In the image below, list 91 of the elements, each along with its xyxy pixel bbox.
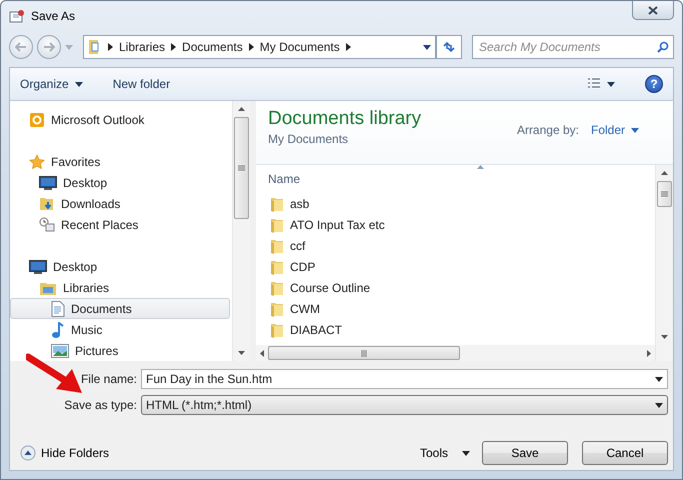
file-row[interactable]: DIABACT [256,319,655,340]
monitor-icon [39,176,57,190]
nav-item[interactable]: Favorites [10,151,230,172]
grip-icon [661,191,668,197]
caret-icon [607,82,615,86]
address-bar[interactable]: Libraries Documents My Documents [83,35,436,59]
up-arrow-icon [238,107,245,111]
up-arrow-icon [661,171,668,175]
type-dropdown[interactable]: HTML (*.htm;*.html) [141,395,668,415]
window-title: Save As [31,9,76,23]
file-row[interactable]: asb [256,193,655,214]
nav-item[interactable]: Libraries [10,277,230,298]
chevron-icon [248,43,254,51]
nav-item[interactable]: Desktop [10,172,230,193]
forward-arrow-icon [43,42,55,52]
breadcrumb[interactable]: Documents [182,40,243,54]
library-subtitle: My Documents [268,132,350,146]
column-header[interactable]: Name [268,172,300,186]
chevron-icon [346,43,351,51]
document-icon [51,300,65,316]
scrollbar[interactable] [655,165,673,361]
close-icon [648,6,658,14]
folder-icon [270,238,284,254]
down-arrow-icon [661,335,668,339]
tools-button[interactable]: Tools [420,446,470,460]
caret-icon [655,402,663,408]
list-view-icon [587,78,601,90]
right-arrow-icon [647,350,651,356]
folder-icon [270,280,284,296]
picture-icon [51,344,69,358]
caret-icon[interactable] [65,44,73,50]
search-box[interactable]: Search My Documents [472,35,674,59]
file-row[interactable]: CWM [256,298,655,319]
file-name-field[interactable]: Fun Day in the Sun.htm [141,369,668,389]
back-button[interactable] [9,35,33,59]
grip-icon [238,165,245,171]
folder-icon [270,196,284,212]
forward-button[interactable] [37,35,61,59]
nav-item[interactable]: Downloads [10,193,230,214]
help-button[interactable]: ? [645,75,663,93]
toolbar-button[interactable]: Organize [20,75,83,93]
toolbar-button[interactable]: New folder [112,75,170,93]
arrange-label: Arrange by: [516,123,579,137]
field-label: File name: [80,372,138,386]
save-dialog-icon [9,8,25,24]
file-row[interactable]: Course Outline [256,277,655,298]
caret-icon [631,128,639,132]
file-row[interactable]: ccf [256,235,655,256]
nav-item[interactable]: Documents [10,298,230,319]
nav-item[interactable]: Desktop [10,256,230,277]
breadcrumb[interactable]: Libraries [119,40,166,54]
grip-icon [361,350,367,356]
hide-folders-button[interactable]: Hide Folders [20,445,110,461]
left-arrow-icon [260,350,264,356]
sort-arrow-icon [477,165,484,169]
refresh-button[interactable] [436,35,462,59]
star-icon [29,154,45,170]
nav-item[interactable]: Microsoft Outlook [10,109,230,130]
file-row[interactable]: CDP [256,256,655,277]
close-button[interactable] [632,1,674,20]
file-row[interactable]: ATO Input Tax etc [256,214,655,235]
arrange-dropdown[interactable]: Folder [590,123,639,137]
breadcrumb[interactable]: My Documents [260,40,340,54]
search-field[interactable]: Search My Documents [477,39,657,55]
library-title: Documents library [268,108,422,130]
recent-places-icon [39,216,55,232]
folder-icon [270,322,284,338]
nav-item[interactable]: Pictures [10,340,230,361]
chevron-icon [171,43,176,51]
chevron-icon [108,43,113,51]
outlook-icon [29,112,45,128]
dialog-button[interactable]: Cancel [582,441,668,465]
search-icon [657,41,669,53]
down-arrow-icon [238,351,245,355]
caret-icon [462,450,470,456]
folder-icon [270,300,284,316]
nav-item[interactable]: Music [10,319,230,340]
nav-item[interactable]: Recent Places [10,214,230,235]
dialog-button[interactable]: Save [482,441,568,465]
caret-icon [423,44,431,50]
download-folder-icon [39,196,55,212]
folder-icon [270,258,284,274]
field-label: Save as type: [63,398,138,412]
back-arrow-icon [15,42,27,52]
monitor-icon [29,260,47,274]
folder-icon [270,216,284,232]
music-note-icon [51,322,65,338]
caret-icon [655,376,663,382]
caret-icon [74,82,83,86]
collapse-icon [20,445,36,461]
refresh-icon [442,41,456,53]
